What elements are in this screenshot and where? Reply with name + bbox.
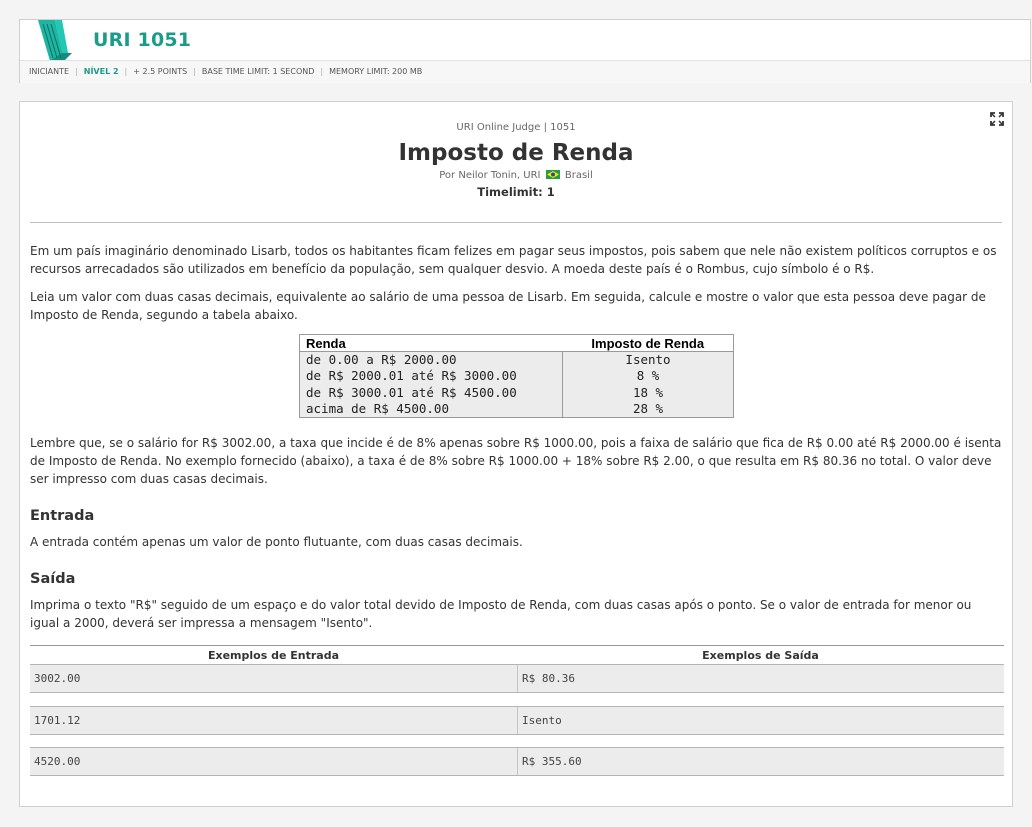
author-country: Brasil: [564, 170, 593, 181]
tax-rate-cell: 28 %: [632, 400, 664, 416]
example-row: 1701.12 Isento: [30, 706, 1004, 735]
output-section-heading: Saída: [30, 571, 76, 587]
example-output[interactable]: Isento: [517, 707, 1004, 734]
examples-header: Exemplos de Entrada Exemplos de Saída: [30, 645, 1004, 665]
tax-range-cell: de R$ 2000.01 até R$ 3000.00: [299, 368, 563, 385]
timelimit-label: Timelimit: 1: [477, 185, 555, 199]
category-label: INICIANTE: [29, 67, 70, 76]
author-name: Por Neilor Tonin, URI: [439, 170, 541, 181]
tax-range-cell: de R$ 3000.01 até R$ 4500.00: [299, 384, 563, 401]
memory-limit-label: MEMORY LIMIT: 200 MB: [329, 67, 423, 76]
examples-output-header: Exemplos de Saída: [702, 649, 819, 662]
example-output[interactable]: R$ 355.60: [517, 748, 1004, 775]
problem-header: URI 1051 INICIANTE | NÍVEL 2 | + 2.5 POINTS |…: [19, 19, 1031, 83]
tax-table-row: de R$ 2000.01 até R$ 3000.00 8 %: [299, 368, 734, 385]
tax-table-header-renda: Renda: [299, 334, 563, 352]
problem-description-card: URI Online Judge | 1051 Imposto de Renda…: [19, 101, 1013, 807]
level-label: NÍVEL 2: [83, 67, 119, 76]
example-input[interactable]: 3002.00: [30, 665, 517, 692]
tax-rate-cell: 18 %: [632, 384, 664, 400]
description-paragraph-1: Em um país imaginário denominado Lisarb,…: [30, 244, 997, 276]
input-section-text: A entrada contém apenas um valor de pont…: [30, 535, 523, 549]
tax-rate-cell: Isento: [625, 352, 671, 368]
input-section-heading: Entrada: [30, 508, 95, 524]
example-output[interactable]: R$ 80.36: [517, 665, 1004, 692]
time-limit-label: BASE TIME LIMIT: 1 SECOND: [201, 67, 315, 76]
tax-table-row: de R$ 3000.01 até R$ 4500.00 18 %: [299, 384, 734, 401]
problem-meta-bar: INICIANTE | NÍVEL 2 | + 2.5 POINTS | BASE TIME…: [20, 60, 1030, 83]
problem-heading: URI Online Judge | 1051 Imposto de Renda…: [20, 122, 1012, 199]
tax-bracket-table: Renda Imposto de Renda de 0.00 a R$ 2000…: [299, 334, 734, 418]
author-line: Por Neilor Tonin, URI Brasil: [20, 170, 1012, 181]
output-section-text: Imprima o texto "R$" seguido de um espaç…: [30, 598, 972, 630]
description-paragraph-2: Leia um valor com duas casas decimais, e…: [30, 290, 986, 322]
example-row: 4520.00 R$ 355.60: [30, 747, 1004, 776]
page-title: Imposto de Renda: [398, 140, 634, 166]
brazil-flag-icon: [545, 170, 560, 179]
tax-range-cell: acima de R$ 4500.00: [299, 400, 563, 418]
examples-input-header: Exemplos de Entrada: [207, 649, 340, 662]
example-row: 3002.00 R$ 80.36: [30, 664, 1004, 693]
example-input[interactable]: 1701.12: [30, 707, 517, 734]
tax-table-row: acima de R$ 4500.00 28 %: [299, 400, 734, 418]
description-paragraph-3: Lembre que, se o salário for R$ 3002.00,…: [30, 436, 1002, 486]
example-input[interactable]: 4520.00: [30, 748, 517, 775]
tax-rate-cell: 8 %: [636, 368, 660, 384]
problem-code-title: URI 1051: [93, 29, 192, 51]
tax-table-row: de 0.00 a R$ 2000.00 Isento: [299, 351, 734, 369]
tax-range-cell: de 0.00 a R$ 2000.00: [299, 351, 563, 369]
section-divider: [30, 222, 1002, 223]
tax-table-header-imposto: Imposto de Renda: [562, 334, 734, 352]
judge-line: URI Online Judge | 1051: [456, 122, 576, 133]
uri-logo: [38, 20, 80, 61]
examples-table: Exemplos de Entrada Exemplos de Saída 30…: [30, 645, 1004, 776]
points-label: + 2.5 POINTS: [133, 67, 188, 76]
